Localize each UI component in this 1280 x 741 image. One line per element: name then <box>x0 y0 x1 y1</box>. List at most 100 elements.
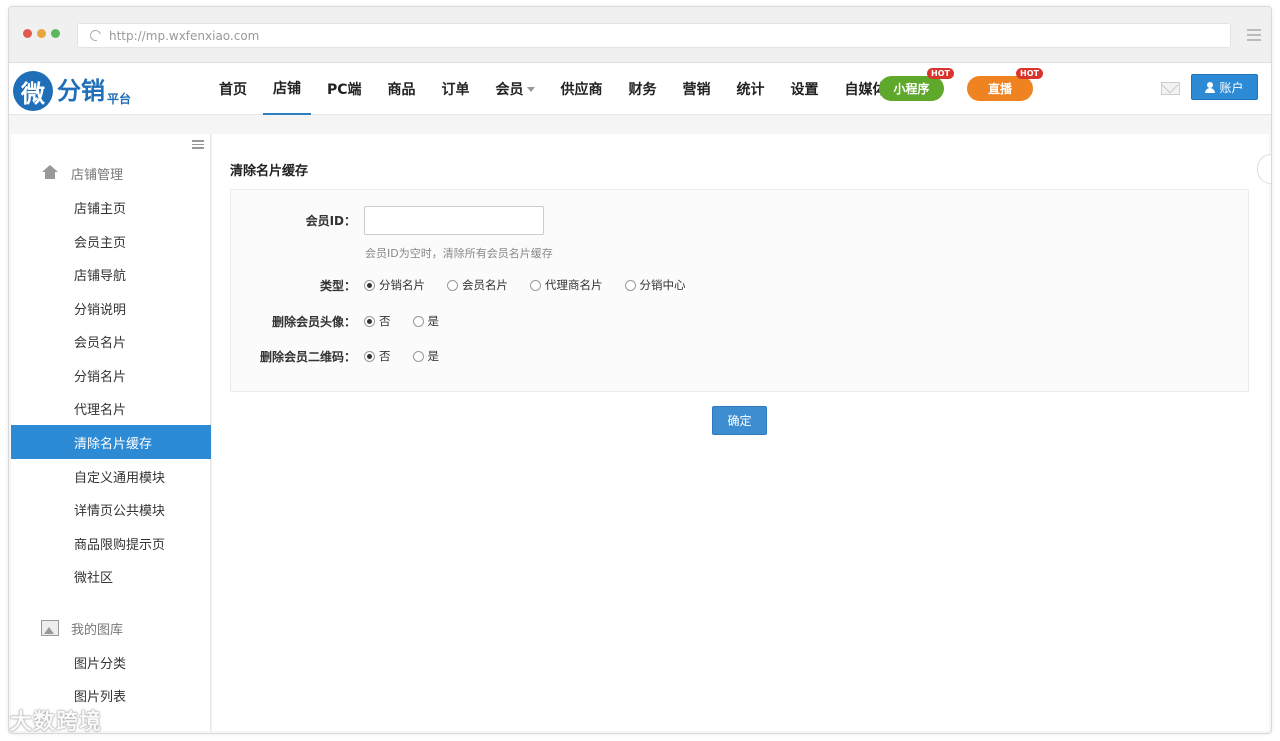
type-label: 类型： <box>319 279 356 293</box>
nav-item-suppliers[interactable]: 供应商 <box>551 63 613 115</box>
workspace: 店铺管理 店铺主页 会员主页 店铺导航 分销说明 会员名片 分销名片 代理名片 … <box>11 134 1271 731</box>
url-text: http://mp.wxfenxiao.com <box>109 28 260 43</box>
sidebar-item-community[interactable]: 微社区 <box>11 559 211 593</box>
page-title: 清除名片缓存 <box>230 164 309 179</box>
member-id-label: 会员ID： <box>305 214 356 228</box>
nav-item-store[interactable]: 店铺 <box>263 63 311 115</box>
watermark-text: 大数跨境 <box>10 710 103 735</box>
reload-icon[interactable] <box>87 27 104 44</box>
radio-label: 否 <box>379 314 391 328</box>
radio-checked-icon <box>364 315 375 327</box>
live-label: 直播 <box>987 82 1012 96</box>
collapse-tab[interactable] <box>1257 154 1271 184</box>
sidebar-item-member-home[interactable]: 会员主页 <box>11 224 211 258</box>
qrcode-radio-no[interactable]: 否 <box>364 348 391 364</box>
type-radio-member[interactable]: 会员名片 <box>447 277 508 293</box>
sidebar-item-store-nav[interactable]: 店铺导航 <box>11 257 211 291</box>
live-button[interactable]: 直播 HOT <box>967 68 1043 101</box>
member-id-input[interactable] <box>364 206 544 235</box>
logo-text: 分销 <box>57 77 105 105</box>
sidebar-item-store-home[interactable]: 店铺主页 <box>11 190 211 224</box>
nav-item-finance[interactable]: 财务 <box>619 63 667 115</box>
nav-item-pc[interactable]: PC端 <box>317 63 372 115</box>
nav-item-settings[interactable]: 设置 <box>781 63 829 115</box>
hot-badge: HOT <box>927 68 954 79</box>
sidebar-item-purchase-limit-page[interactable]: 商品限购提示页 <box>11 526 211 560</box>
radio-unchecked-icon <box>530 279 541 291</box>
radio-label: 代理商名片 <box>545 278 603 292</box>
radio-checked-icon <box>364 350 375 362</box>
sidebar-item-agent-card[interactable]: 代理名片 <box>11 391 211 425</box>
miniprogram-button[interactable]: 小程序 HOT <box>879 68 954 101</box>
type-radio-distribution[interactable]: 分销名片 <box>364 277 425 293</box>
maximize-dot[interactable] <box>51 29 60 38</box>
type-radio-center[interactable]: 分销中心 <box>624 277 686 293</box>
hot-badge: HOT <box>1016 68 1043 79</box>
minimize-dot[interactable] <box>37 29 46 38</box>
sidebar-group-gallery[interactable]: 我的图库 <box>11 613 211 643</box>
sidebar-item-custom-module[interactable]: 自定义通用模块 <box>11 459 211 493</box>
qrcode-label: 删除会员二维码： <box>259 350 356 364</box>
avatar-radio-no[interactable]: 否 <box>364 313 391 329</box>
sidebar-item-clear-card-cache[interactable]: 清除名片缓存 <box>11 425 211 459</box>
radio-checked-icon <box>364 279 375 291</box>
sidebar-group-label: 店铺管理 <box>71 167 124 183</box>
qrcode-radio-group: 否 是 <box>364 348 461 364</box>
close-dot[interactable] <box>23 29 32 38</box>
logo-mark: 微 <box>13 71 53 111</box>
confirm-button[interactable]: 确定 <box>712 406 767 435</box>
form-panel: 会员ID： 会员ID为空时，清除所有会员名片缓存 类型： 分销名片 会员名片 代… <box>230 189 1249 392</box>
main-content: 清除名片缓存 会员ID： 会员ID为空时，清除所有会员名片缓存 类型： 分销名片… <box>212 134 1271 731</box>
nav-item-products[interactable]: 商品 <box>378 63 426 115</box>
radio-label: 分销中心 <box>639 278 686 292</box>
type-radio-group: 分销名片 会员名片 代理商名片 分销中心 <box>364 277 708 293</box>
chevron-down-icon <box>526 86 535 92</box>
nav-item-marketing[interactable]: 营销 <box>673 63 721 115</box>
top-navigation: 微 分销 平台 首页 店铺 PC端 商品 订单 会员 供应商 财务 营销 统计 … <box>9 63 1271 115</box>
radio-label: 是 <box>427 314 440 328</box>
nav-menu: 首页 店铺 PC端 商品 订单 会员 供应商 财务 营销 统计 设置 自媒体 <box>209 63 903 115</box>
nav-item-members[interactable]: 会员 <box>486 63 545 115</box>
radio-label: 会员名片 <box>462 278 508 292</box>
account-button[interactable]: 账户 <box>1191 74 1258 100</box>
sidebar-item-image-category[interactable]: 图片分类 <box>11 645 211 679</box>
logo[interactable]: 微 分销 平台 <box>13 69 131 111</box>
avatar-radio-yes[interactable]: 是 <box>412 313 440 329</box>
person-icon <box>1205 81 1216 93</box>
window-controls <box>23 29 60 38</box>
nav-item-members-label: 会员 <box>495 82 524 98</box>
home-icon <box>41 165 59 181</box>
browser-chrome: http://mp.wxfenxiao.com <box>9 7 1271 63</box>
logo-subtext: 平台 <box>107 92 132 106</box>
nav-item-home[interactable]: 首页 <box>209 63 257 115</box>
nav-item-statistics[interactable]: 统计 <box>727 63 775 115</box>
sidebar-group-store[interactable]: 店铺管理 <box>11 158 211 188</box>
address-bar[interactable]: http://mp.wxfenxiao.com <box>77 23 1231 48</box>
sidebar-item-detail-module[interactable]: 详情页公共模块 <box>11 492 211 526</box>
radio-unchecked-icon <box>412 350 424 362</box>
radio-label: 分销名片 <box>379 278 425 292</box>
picture-icon <box>41 620 59 636</box>
watermark-logo: 大数跨境 <box>10 704 102 736</box>
radio-label: 是 <box>427 349 440 363</box>
radio-unchecked-icon <box>447 279 458 291</box>
sidebar-item-member-card[interactable]: 会员名片 <box>11 324 211 358</box>
sidebar-group-label: 我的图库 <box>71 622 124 638</box>
radio-label: 否 <box>379 349 391 363</box>
miniprogram-label: 小程序 <box>893 82 930 96</box>
radio-unchecked-icon <box>412 315 424 327</box>
radio-unchecked-icon <box>624 279 636 291</box>
sidebar-collapse-icon[interactable] <box>192 140 204 149</box>
mail-icon[interactable] <box>1161 82 1180 95</box>
avatar-radio-group: 否 是 <box>364 313 461 329</box>
type-radio-agent[interactable]: 代理商名片 <box>530 277 603 293</box>
member-id-hint: 会员ID为空时，清除所有会员名片缓存 <box>365 247 553 260</box>
sidebar-item-distribution-notes[interactable]: 分销说明 <box>11 291 211 325</box>
account-label: 账户 <box>1219 80 1244 95</box>
sidebar-item-distribution-card[interactable]: 分销名片 <box>11 358 211 392</box>
avatar-label: 删除会员头像： <box>271 315 356 329</box>
sidebar: 店铺管理 店铺主页 会员主页 店铺导航 分销说明 会员名片 分销名片 代理名片 … <box>11 134 211 731</box>
browser-menu-icon[interactable] <box>1247 29 1261 41</box>
qrcode-radio-yes[interactable]: 是 <box>412 348 440 364</box>
nav-item-orders[interactable]: 订单 <box>432 63 480 115</box>
